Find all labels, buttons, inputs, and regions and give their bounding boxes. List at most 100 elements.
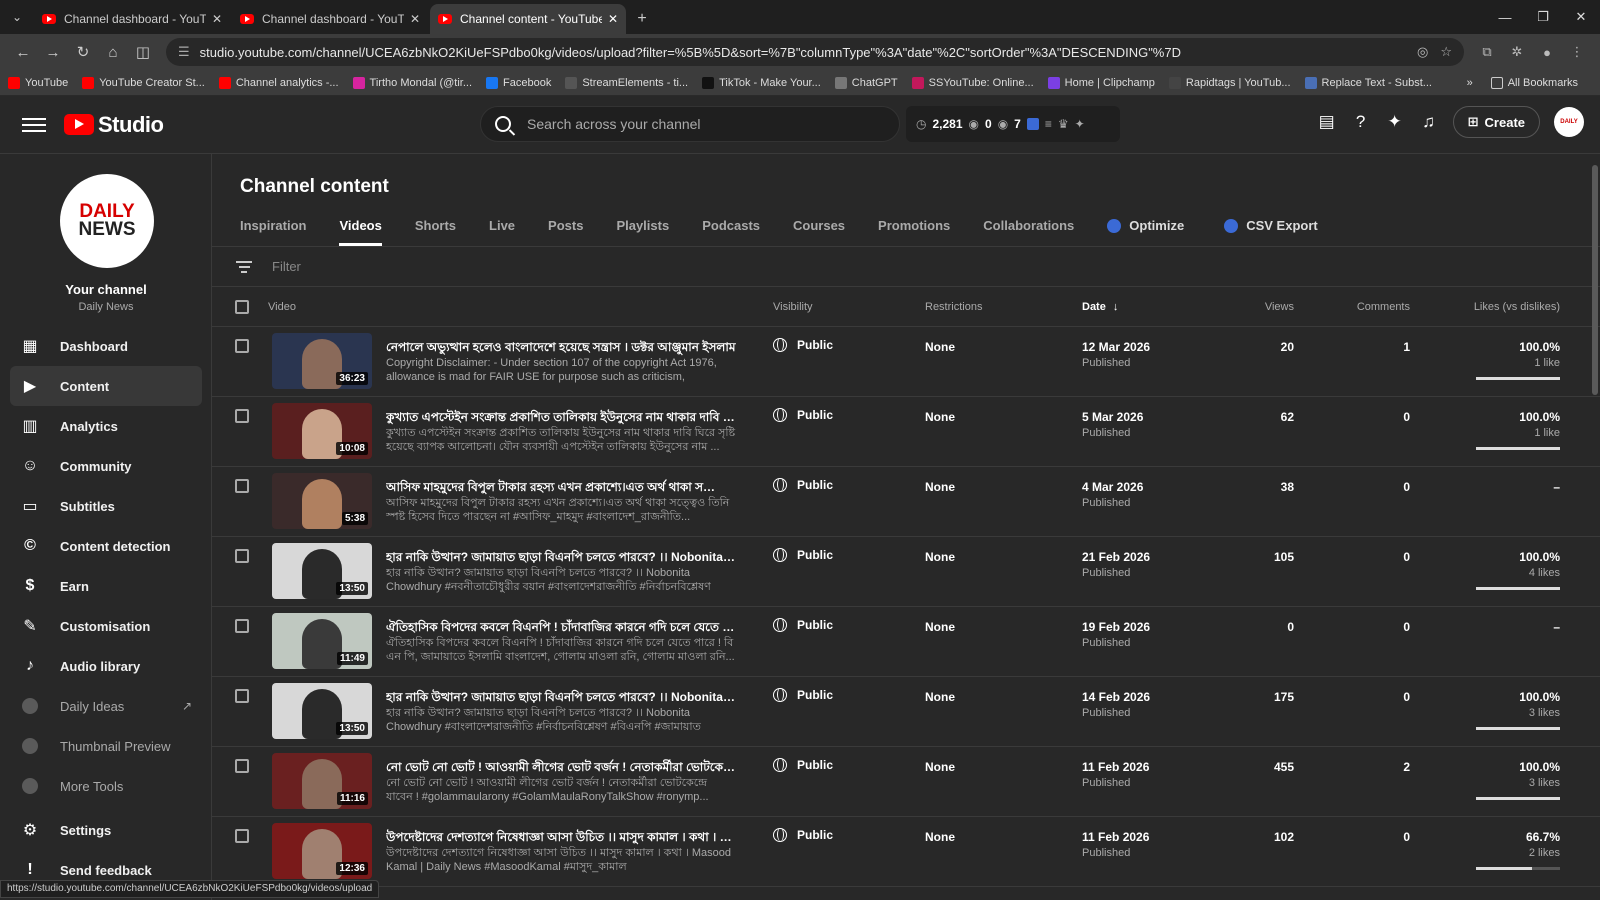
visibility-dropdown[interactable]: Public xyxy=(773,408,833,422)
close-window-icon[interactable]: ✕ xyxy=(1562,9,1600,25)
bookmark-item[interactable]: Replace Text - Subst... xyxy=(1304,76,1432,89)
tab-inspiration[interactable]: Inspiration xyxy=(240,212,306,246)
sidebar-item-content-detection[interactable]: © Content detection xyxy=(10,526,202,566)
visibility-dropdown[interactable]: Public xyxy=(773,758,833,772)
trophy-icon[interactable]: ♛ xyxy=(1058,117,1069,131)
table-row[interactable]: 11:49 ঐতিহাসিক বিপদের কবলে বিএনপি ! চাঁদা… xyxy=(212,607,1600,677)
table-row[interactable]: 5:38 আসিফ মাহমুদের বিপুল টাকার রহস্য এখন … xyxy=(212,467,1600,537)
table-row[interactable]: 11:16 নো ভোট নো ভোট ! আওয়ামী লীগের ভোট ব… xyxy=(212,747,1600,817)
video-thumbnail[interactable]: 36:23 xyxy=(272,333,372,389)
list-icon[interactable]: ≡ xyxy=(1045,117,1052,131)
sidebar-item-daily-ideas[interactable]: Daily Ideas ↗ xyxy=(10,686,202,726)
bookmark-item[interactable]: StreamElements - ti... xyxy=(565,76,688,89)
select-all-checkbox[interactable] xyxy=(235,300,249,314)
profile-icon[interactable]: ● xyxy=(1532,45,1562,60)
column-header-restrictions[interactable]: Restrictions xyxy=(925,301,982,313)
video-thumbnail[interactable]: 13:50 xyxy=(272,543,372,599)
visibility-dropdown[interactable]: Public xyxy=(773,618,833,632)
page-scrollbar[interactable] xyxy=(1592,165,1598,395)
bookmark-item[interactable]: Home | Clipchamp xyxy=(1047,76,1155,89)
bookmark-item[interactable]: ChatGPT xyxy=(834,76,898,89)
browser-tab[interactable]: Channel dashboard - YouTube S ✕ xyxy=(232,4,428,34)
account-avatar[interactable]: DAILY xyxy=(1554,107,1584,137)
row-checkbox[interactable] xyxy=(235,689,249,703)
close-tab-icon[interactable]: ✕ xyxy=(608,12,618,26)
url-field[interactable]: ☰ studio.youtube.com/channel/UCEA6zbNkO2… xyxy=(166,38,1464,66)
column-header-views[interactable]: Views xyxy=(1265,301,1294,313)
tab-collaborations[interactable]: Collaborations xyxy=(983,212,1074,246)
column-header-date[interactable]: Date ↓ xyxy=(1082,301,1118,313)
help-icon[interactable]: ? xyxy=(1351,112,1371,132)
browser-tab-active[interactable]: Channel content - YouTube Stu ✕ xyxy=(430,4,626,34)
close-tab-icon[interactable]: ✕ xyxy=(410,12,420,26)
table-row[interactable]: 13:50 হার নাকি উত্থান? জামায়াত ছাড়া বিএ… xyxy=(212,537,1600,607)
sidebar-item-customisation[interactable]: ✎ Customisation xyxy=(10,606,202,646)
tab-podcasts[interactable]: Podcasts xyxy=(702,212,760,246)
video-thumbnail[interactable]: 11:16 xyxy=(272,753,372,809)
channel-search[interactable] xyxy=(480,106,900,142)
sidebar-item-earn[interactable]: $ Earn xyxy=(10,566,202,606)
tab-playlists[interactable]: Playlists xyxy=(616,212,669,246)
bookmark-item[interactable]: Channel analytics -... xyxy=(218,76,339,89)
video-thumbnail[interactable]: 5:38 xyxy=(272,473,372,529)
extension-logo-icon[interactable] xyxy=(1026,118,1039,130)
filter-bar[interactable]: Filter xyxy=(212,247,1600,287)
table-row[interactable]: 36:23 নেপালে অভ্যুত্থান হলেও বাংলাদেশে হয… xyxy=(212,327,1600,397)
tab-live[interactable]: Live xyxy=(489,212,515,246)
search-input[interactable] xyxy=(527,116,885,132)
sidebar-item-community[interactable]: ☺ Community xyxy=(10,446,202,486)
all-bookmarks-button[interactable]: All Bookmarks xyxy=(1490,76,1578,89)
sidebar-item-audio-library[interactable]: ♪ Audio library xyxy=(10,646,202,686)
bookmark-item[interactable]: YouTube xyxy=(8,76,68,89)
visibility-dropdown[interactable]: Public xyxy=(773,338,833,352)
sparkle-icon[interactable]: ✦ xyxy=(1075,117,1085,131)
site-info-icon[interactable]: ☰ xyxy=(178,44,190,60)
row-checkbox[interactable] xyxy=(235,339,249,353)
table-row[interactable]: 13:50 হার নাকি উত্থান? জামায়াত ছাড়া বিএ… xyxy=(212,677,1600,747)
tab-shorts[interactable]: Shorts xyxy=(415,212,456,246)
table-row[interactable]: 12:36 উপদেষ্টাদের দেশত্যাগে নিষেধাজ্ঞা আস… xyxy=(212,817,1600,887)
visibility-dropdown[interactable]: Public xyxy=(773,688,833,702)
column-header-comments[interactable]: Comments xyxy=(1357,301,1410,313)
more-bookmarks-icon[interactable]: » xyxy=(1467,77,1473,89)
sidebar-item-more-tools[interactable]: More Tools xyxy=(10,766,202,806)
extension-stats-bar[interactable]: ◷ 2,281 ◉ 0 ◉ 7 ≡ ♛ ✦ xyxy=(906,106,1120,142)
row-checkbox[interactable] xyxy=(235,479,249,493)
sidebar-item-dashboard[interactable]: ▦ Dashboard xyxy=(10,326,202,366)
forward-icon[interactable]: → xyxy=(38,44,68,61)
browser-menu-icon[interactable]: ⋮ xyxy=(1562,44,1592,60)
row-checkbox[interactable] xyxy=(235,549,249,563)
browser-tab[interactable]: Channel dashboard - YouTube ✕ xyxy=(34,4,230,34)
sidebar-item-content[interactable]: ▶ Content xyxy=(10,366,202,406)
filter-icon[interactable] xyxy=(236,260,252,273)
restore-icon[interactable]: ❐ xyxy=(1524,9,1562,25)
split-view-icon[interactable]: ◫ xyxy=(128,43,158,61)
bookmark-item[interactable]: Tirtho Mondal (@tir... xyxy=(352,76,472,89)
home-icon[interactable]: ⌂ xyxy=(98,44,128,61)
tab-posts[interactable]: Posts xyxy=(548,212,583,246)
eye-off-icon[interactable]: ◎ xyxy=(1417,44,1428,60)
video-thumbnail[interactable]: 12:36 xyxy=(272,823,372,879)
row-checkbox[interactable] xyxy=(235,759,249,773)
visibility-dropdown[interactable]: Public xyxy=(773,548,833,562)
table-row[interactable]: 10:08 কুখ্যাত এপস্টেইন সংক্রান্ত প্রকাশিত… xyxy=(212,397,1600,467)
minimize-icon[interactable]: — xyxy=(1486,10,1524,25)
visibility-dropdown[interactable]: Public xyxy=(773,478,833,492)
row-checkbox[interactable] xyxy=(235,409,249,423)
reload-icon[interactable]: ↻ xyxy=(68,43,98,61)
menu-icon[interactable] xyxy=(22,117,46,132)
create-button[interactable]: ⊞ Create xyxy=(1452,106,1540,138)
tab-promotions[interactable]: Promotions xyxy=(878,212,950,246)
bookmark-item[interactable]: TikTok - Make Your... xyxy=(702,76,821,89)
video-thumbnail[interactable]: 11:49 xyxy=(272,613,372,669)
row-checkbox[interactable] xyxy=(235,619,249,633)
column-header-visibility[interactable]: Visibility xyxy=(773,301,813,313)
row-checkbox[interactable] xyxy=(235,829,249,843)
tab-search-icon[interactable]: ⌄ xyxy=(0,0,34,34)
external-link-icon[interactable]: ↗ xyxy=(182,699,192,713)
video-thumbnail[interactable]: 13:50 xyxy=(272,683,372,739)
tab-optimize[interactable]: Optimize xyxy=(1107,212,1184,246)
bell-icon[interactable]: ♫ xyxy=(1419,112,1439,132)
extensions-icon[interactable]: ⧉ xyxy=(1472,44,1502,60)
sidebar-item-analytics[interactable]: ▥ Analytics xyxy=(10,406,202,446)
